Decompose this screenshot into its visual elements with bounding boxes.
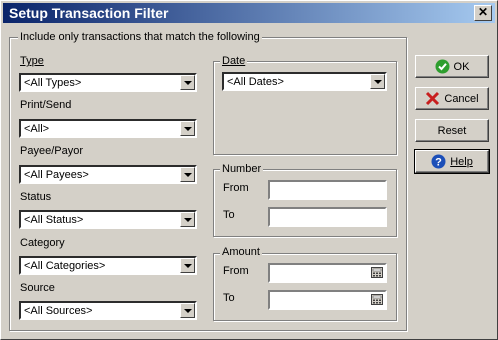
amount-from-label: From xyxy=(223,265,249,277)
chevron-down-icon[interactable] xyxy=(180,121,195,136)
category-combo[interactable]: <All Categories> xyxy=(19,256,197,275)
status-combo[interactable]: <All Status> xyxy=(19,210,197,229)
cancel-label: Cancel xyxy=(444,92,479,105)
source-value: <All Sources> xyxy=(24,305,93,317)
category-value: <All Categories> xyxy=(24,260,106,272)
chevron-down-icon[interactable] xyxy=(180,75,195,90)
payee-payor-label: Payee/Payor xyxy=(20,145,83,157)
filter-group-label: Include only transactions that match the… xyxy=(18,31,262,43)
print-send-label: Print/Send xyxy=(20,99,72,111)
amount-label: Amount xyxy=(220,246,262,258)
check-icon xyxy=(435,59,450,74)
reset-button[interactable]: Reset xyxy=(415,119,489,142)
number-to-label: To xyxy=(223,209,235,221)
print-send-combo[interactable]: <All> xyxy=(19,119,197,138)
status-label: Status xyxy=(20,191,52,203)
calculator-icon[interactable] xyxy=(371,267,383,278)
ok-label: OK xyxy=(453,60,470,73)
type-value: <All Types> xyxy=(24,77,82,89)
date-label: Date xyxy=(220,55,248,67)
amount-from-input[interactable] xyxy=(268,263,387,283)
date-combo[interactable]: <All Dates> xyxy=(222,72,387,91)
svg-text:?: ? xyxy=(435,157,442,169)
amount-to-label: To xyxy=(223,292,235,304)
chevron-down-icon[interactable] xyxy=(180,167,195,182)
dialog-window: Setup Transaction Filter ✕ Include only … xyxy=(0,0,498,340)
type-combo[interactable]: <All Types> xyxy=(19,73,197,92)
chevron-down-icon[interactable] xyxy=(370,74,385,89)
help-button[interactable]: ? Help xyxy=(414,149,490,174)
payee-payor-combo[interactable]: <All Payees> xyxy=(19,165,197,184)
help-icon: ? xyxy=(431,154,446,169)
close-button[interactable]: ✕ xyxy=(474,5,492,21)
number-to-input[interactable] xyxy=(268,207,387,227)
number-from-label: From xyxy=(223,182,249,194)
close-icon xyxy=(426,91,440,106)
chevron-down-icon[interactable] xyxy=(180,212,195,227)
number-label: Number xyxy=(220,163,264,175)
reset-label: Reset xyxy=(437,124,467,137)
chevron-down-icon[interactable] xyxy=(180,258,195,273)
amount-to-input[interactable] xyxy=(268,290,387,310)
source-combo[interactable]: <All Sources> xyxy=(19,301,197,320)
calculator-icon[interactable] xyxy=(371,294,383,305)
print-send-value: <All> xyxy=(24,123,50,135)
ok-button[interactable]: OK xyxy=(415,55,489,78)
payee-payor-value: <All Payees> xyxy=(24,169,89,181)
type-label: Type xyxy=(20,55,44,67)
title-bar[interactable]: Setup Transaction Filter ✕ xyxy=(3,3,495,23)
cancel-button[interactable]: Cancel xyxy=(415,87,489,110)
close-icon: ✕ xyxy=(477,5,489,19)
window-title: Setup Transaction Filter xyxy=(9,5,169,21)
category-label: Category xyxy=(20,237,65,249)
chevron-down-icon[interactable] xyxy=(180,303,195,318)
date-value: <All Dates> xyxy=(227,76,284,88)
number-from-input[interactable] xyxy=(268,180,387,200)
help-label: Help xyxy=(450,155,473,168)
status-value: <All Status> xyxy=(24,214,84,226)
source-label: Source xyxy=(20,282,55,294)
